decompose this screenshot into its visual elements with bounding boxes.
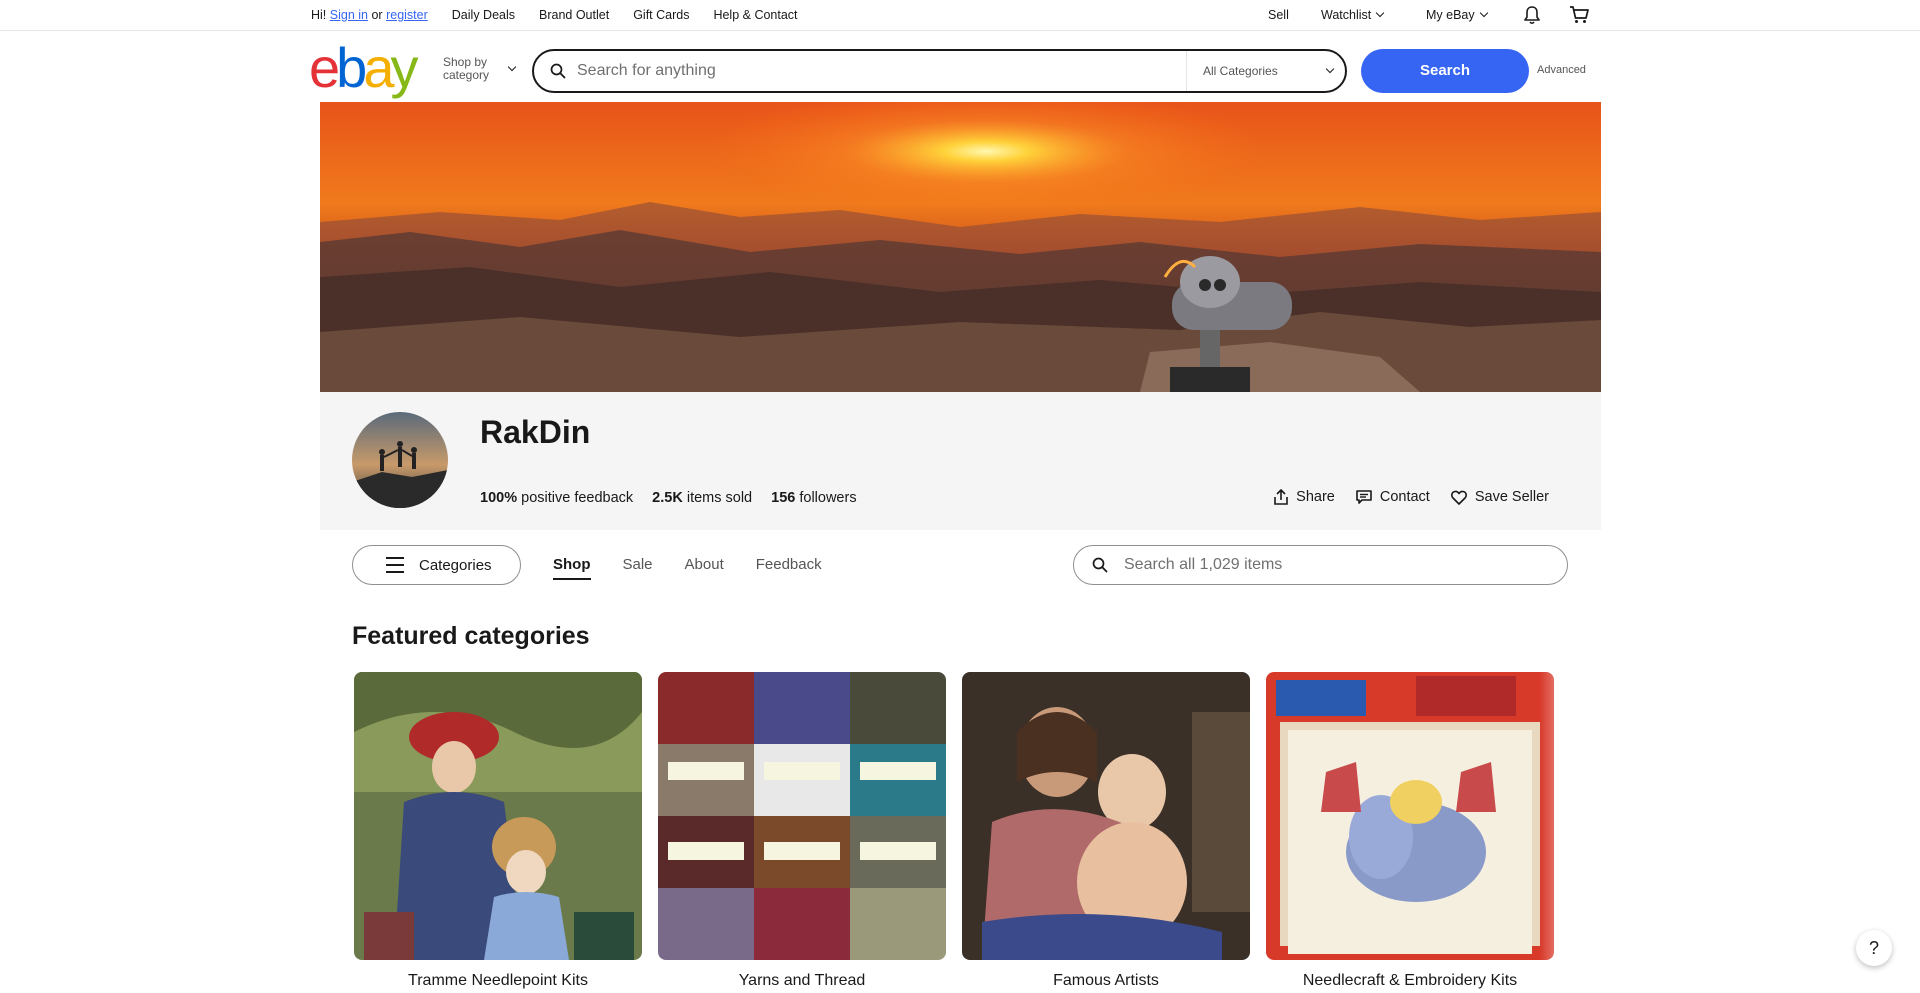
category-label: Yarns and Thread [738, 972, 866, 989]
top-utility-bar: Hi! Sign in or register Daily Deals Bran… [0, 0, 1920, 31]
items-sold-value: 2.5K [652, 490, 683, 506]
my-ebay-label: My eBay [1426, 8, 1475, 22]
category-label: Tramme Needlepoint Kits [408, 972, 588, 989]
store-actions: Share Contact Save Seller [1274, 489, 1549, 505]
featured-categories-heading: Featured categories [352, 622, 590, 650]
category-card-needlecraft[interactable]: Needlecraft & Embroidery Kits [1266, 672, 1554, 990]
store-name: RakDin [480, 414, 591, 450]
cart-icon[interactable] [1569, 6, 1589, 24]
category-image [1266, 672, 1554, 960]
store-banner-image [320, 102, 1601, 392]
save-seller-button[interactable]: Save Seller [1450, 489, 1549, 505]
sell-link[interactable]: Sell [1268, 8, 1289, 22]
store-stats: 100% positive feedback 2.5K items sold 1… [480, 490, 857, 506]
category-image [962, 672, 1250, 960]
register-link[interactable]: register [386, 8, 428, 22]
search-icon [550, 63, 566, 84]
category-select[interactable]: All Categories [1186, 51, 1347, 91]
category-card-yarns[interactable]: Yarns and Thread [658, 672, 946, 990]
search-button[interactable]: Search [1361, 49, 1529, 93]
categories-button[interactable]: Categories [352, 545, 521, 585]
chat-icon [1356, 490, 1372, 504]
categories-label: Categories [419, 556, 492, 574]
topbar-left: Hi! Sign in or register Daily Deals Bran… [311, 8, 798, 22]
category-label: Famous Artists [1053, 972, 1159, 989]
gift-cards-link[interactable]: Gift Cards [633, 8, 689, 22]
store-tabs: Shop Sale About Feedback [553, 556, 822, 580]
shop-by-category-button[interactable]: Shop by category [443, 56, 517, 82]
category-image [354, 672, 642, 960]
save-seller-label: Save Seller [1474, 489, 1549, 505]
store-search-input[interactable] [1124, 554, 1544, 576]
category-card-tramme[interactable]: Tramme Needlepoint Kits [354, 672, 642, 990]
store-avatar [352, 412, 448, 508]
share-icon [1274, 489, 1288, 505]
ebay-logo[interactable]: ebay [309, 40, 429, 96]
followers-stat: 156 followers [771, 490, 856, 506]
tab-sale[interactable]: Sale [623, 556, 653, 580]
items-sold-label: items sold [686, 490, 753, 506]
search-bar: All Categories [532, 49, 1347, 93]
tab-feedback[interactable]: Feedback [756, 556, 822, 580]
sell-label: Sell [1268, 8, 1289, 22]
share-button[interactable]: Share [1274, 489, 1335, 505]
category-select-value: All Categories [1203, 64, 1278, 78]
category-image [658, 672, 946, 960]
logo-letter-a: a [363, 36, 394, 99]
logo-letter-y: y [390, 36, 418, 99]
store-info-panel: RakDin 100% positive feedback 2.5K items… [320, 392, 1601, 530]
advanced-search-link[interactable]: Advanced [1537, 64, 1586, 76]
search-icon [1092, 557, 1108, 578]
watchlist-dropdown[interactable]: Watchlist [1321, 8, 1385, 22]
tab-shop[interactable]: Shop [553, 556, 591, 580]
store-search-bar [1073, 545, 1568, 585]
category-label: Needlecraft & Embroidery Kits [1302, 972, 1518, 989]
hamburger-menu-icon [386, 557, 404, 573]
notification-bell-icon[interactable] [1523, 5, 1541, 25]
or-text: or [371, 8, 383, 22]
logo-letter-e: e [309, 36, 340, 99]
chevron-down-icon [507, 62, 517, 72]
chevron-down-icon [1325, 64, 1335, 74]
brand-outlet-link[interactable]: Brand Outlet [539, 8, 609, 22]
help-contact-link[interactable]: Help & Contact [713, 8, 797, 22]
feedback-stat[interactable]: 100% positive feedback [480, 490, 633, 506]
shop-by-line2: category [443, 68, 490, 82]
feedback-value: 100% [480, 490, 518, 506]
logo-letter-b: b [336, 36, 367, 99]
heart-icon [1450, 490, 1467, 505]
contact-label: Contact [1379, 489, 1430, 505]
followers-value: 156 [771, 490, 796, 506]
greeting-text: Hi! [311, 8, 327, 22]
category-card-famous-artists[interactable]: Famous Artists [962, 672, 1250, 990]
sign-in-link[interactable]: Sign in [330, 8, 368, 22]
followers-label: followers [799, 490, 857, 506]
feedback-label: positive feedback [521, 490, 634, 506]
tab-about[interactable]: About [685, 556, 724, 580]
carousel-fade-overlay [1540, 672, 1580, 993]
contact-button[interactable]: Contact [1356, 489, 1430, 505]
chevron-down-icon [1376, 8, 1385, 18]
help-button[interactable]: ? [1856, 930, 1892, 966]
daily-deals-link[interactable]: Daily Deals [452, 8, 515, 22]
my-ebay-dropdown[interactable]: My eBay [1426, 8, 1488, 22]
featured-categories-list: Tramme Needlepoint Kits Yarns and Thread… [354, 672, 1554, 990]
search-input[interactable] [577, 57, 1177, 85]
share-label: Share [1296, 489, 1335, 505]
watchlist-label: Watchlist [1321, 8, 1372, 22]
items-sold-stat: 2.5K items sold [652, 490, 752, 506]
chevron-down-icon [1479, 8, 1488, 18]
